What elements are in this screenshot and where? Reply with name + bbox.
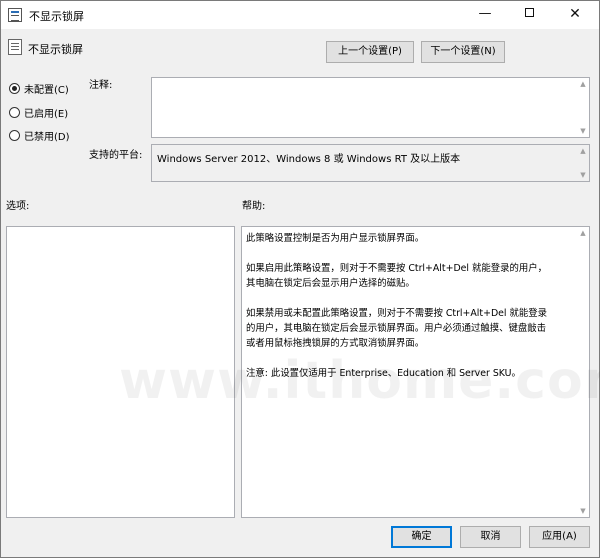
help-panel: 此策略设置控制是否为用户显示锁屏界面。如果启用此策略设置，则对于不需要按 Ctr… [241, 226, 590, 518]
radio-enabled[interactable]: 已启用(E) [9, 105, 69, 120]
radio-not-configured-dot[interactable] [9, 82, 20, 94]
policy-app-icon [8, 8, 22, 22]
radio-not-configured[interactable]: 未配置(C) [9, 81, 69, 96]
next-setting-button[interactable]: 下一个设置(N) [421, 41, 505, 63]
help-paragraph: 如果禁用或未配置此策略设置，则对于不需要按 Ctrl+Alt+Del 就能登录的… [246, 306, 574, 351]
platform-text: Windows Server 2012、Windows 8 或 Windows … [157, 154, 461, 165]
scroll-up-icon[interactable]: ▲ [577, 227, 589, 239]
apply-button[interactable]: 应用(A) [529, 526, 590, 548]
help-line: 注意: 此设置仅适用于 Enterprise、Education 和 Serve… [246, 368, 521, 379]
help-paragraph: 注意: 此设置仅适用于 Enterprise、Education 和 Serve… [246, 366, 574, 381]
options-panel [6, 226, 235, 518]
radio-enabled-label: 已启用(E) [24, 108, 69, 120]
scroll-up-icon[interactable]: ▲ [577, 78, 589, 90]
radio-not-configured-label: 未配置(C) [24, 84, 69, 96]
help-line: 的用户，其电脑在锁定后会显示锁屏界面。用户必须通过触摸、键盘敲击 [246, 323, 547, 334]
scroll-up-icon[interactable]: ▲ [577, 145, 589, 157]
scroll-down-icon[interactable]: ▼ [577, 125, 589, 137]
comment-scrollbar[interactable]: ▲ ▼ [577, 78, 589, 137]
help-paragraph: 如果启用此策略设置，则对于不需要按 Ctrl+Alt+Del 就能登录的用户， 其… [246, 261, 574, 291]
comment-label: 注释: [89, 80, 113, 91]
help-line: 此策略设置控制是否为用户显示锁屏界面。 [246, 233, 425, 244]
setting-document-icon [8, 39, 22, 55]
scroll-down-icon[interactable]: ▼ [577, 505, 589, 517]
radio-disabled-dot[interactable] [9, 129, 20, 141]
minimize-button[interactable]: — [463, 1, 507, 29]
window-title: 不显示锁屏 [29, 10, 84, 23]
options-label: 选项: [6, 201, 30, 212]
maximize-icon [524, 8, 534, 17]
radio-disabled-label: 已禁用(D) [24, 131, 70, 143]
close-button[interactable]: ✕ [553, 1, 597, 29]
help-paragraph: 此策略设置控制是否为用户显示锁屏界面。 [246, 231, 574, 246]
help-line: 其电脑在锁定后会显示用户选择的磁贴。 [246, 278, 415, 289]
ok-button[interactable]: 确定 [391, 526, 452, 548]
help-line: 或者用鼠标拖拽锁屏的方式取消锁屏界面。 [246, 338, 425, 349]
radio-disabled[interactable]: 已禁用(D) [9, 128, 70, 143]
platform-scrollbar[interactable]: ▲ ▼ [577, 145, 589, 181]
previous-setting-button[interactable]: 上一个设置(P) [326, 41, 414, 63]
comment-textarea[interactable]: ▲ ▼ [151, 77, 590, 138]
help-label: 帮助: [242, 201, 266, 212]
platform-readonly-box: Windows Server 2012、Windows 8 或 Windows … [151, 144, 590, 182]
policy-dialog: 不显示锁屏 — ✕ 不显示锁屏 上一个设置(P) 下一个设置(N) 未配置(C)… [0, 0, 600, 558]
platform-label: 支持的平台: [89, 150, 143, 161]
maximize-button[interactable] [507, 1, 551, 29]
cancel-button[interactable]: 取消 [460, 526, 521, 548]
help-line: 如果启用此策略设置，则对于不需要按 Ctrl+Alt+Del 就能登录的用户， [246, 263, 548, 274]
radio-enabled-dot[interactable] [9, 106, 20, 118]
scroll-down-icon[interactable]: ▼ [577, 169, 589, 181]
help-text: 此策略设置控制是否为用户显示锁屏界面。如果启用此策略设置，则对于不需要按 Ctr… [246, 231, 574, 396]
help-line: 如果禁用或未配置此策略设置，则对于不需要按 Ctrl+Alt+Del 就能登录 [246, 308, 548, 319]
help-scrollbar[interactable]: ▲ ▼ [577, 227, 589, 517]
setting-name: 不显示锁屏 [28, 43, 83, 56]
title-bar[interactable]: 不显示锁屏 — ✕ [1, 1, 599, 29]
